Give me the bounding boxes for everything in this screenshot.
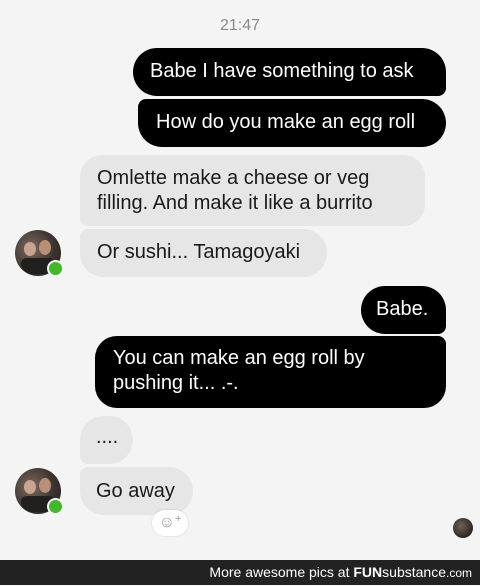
message-text-line: filling. And make it like a burrito [97, 192, 373, 214]
chat-thread[interactable]: 21:47 Babe I have something to ask How d… [0, 0, 480, 560]
watermark-brand-com: .com [445, 566, 472, 580]
message-text: Babe. [376, 298, 429, 320]
watermark-brand-substance: substance [382, 564, 446, 580]
plus-icon: + [174, 513, 182, 525]
message-bubble-outgoing[interactable]: Babe. [361, 286, 446, 334]
message-bubble-outgoing[interactable]: Babe I have something to ask [133, 48, 446, 96]
watermark-brand-fun: FUN [353, 564, 383, 580]
message-bubble-incoming[interactable]: Go away [80, 467, 193, 515]
contact-avatar[interactable] [15, 468, 64, 515]
seen-receipt-avatar [453, 518, 473, 538]
message-bubble-incoming[interactable]: Or sushi... Tamagoyaki [80, 229, 327, 277]
online-status-indicator [47, 260, 64, 277]
add-reaction-button[interactable]: ☺+ [152, 510, 188, 536]
message-text-line: pushing it... .-. [113, 372, 239, 394]
message-text: Go away [96, 480, 175, 502]
message-text-line: You can make an egg roll by [113, 347, 365, 369]
watermark-text: More awesome pics at [209, 564, 350, 580]
message-bubble-incoming[interactable]: Omlette make a cheese or veg filling. An… [80, 155, 425, 226]
message-text: .... [96, 426, 119, 448]
message-text: Or sushi... Tamagoyaki [97, 241, 301, 263]
online-status-indicator [47, 498, 64, 515]
watermark-bar: More awesome pics at FUNsubstance.com [0, 560, 480, 585]
message-bubble-outgoing[interactable]: You can make an egg roll by pushing it..… [95, 336, 446, 408]
message-text: How do you make an egg roll [156, 111, 416, 133]
message-text: Babe I have something to ask [150, 60, 414, 82]
smiley-icon: ☺ [158, 514, 175, 531]
message-timestamp: 21:47 [219, 17, 261, 34]
message-bubble-outgoing[interactable]: How do you make an egg roll [138, 99, 446, 147]
message-text-line: Omlette make a cheese or veg [97, 167, 370, 189]
contact-avatar[interactable] [15, 230, 64, 277]
message-bubble-incoming[interactable]: .... [80, 416, 133, 464]
